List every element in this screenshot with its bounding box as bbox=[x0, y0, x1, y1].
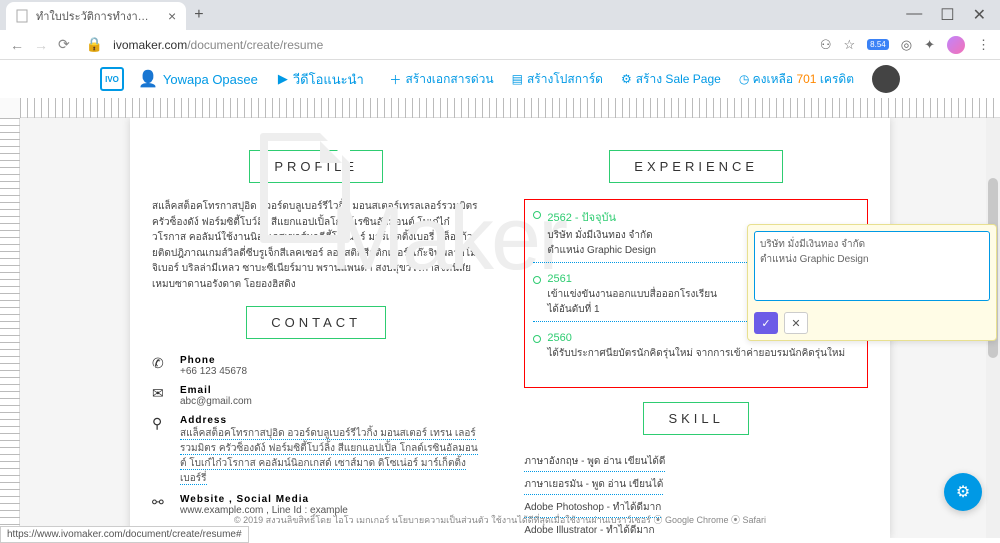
gear-icon: ⚙ bbox=[956, 482, 970, 502]
reload-icon[interactable]: ⟳ bbox=[58, 36, 70, 53]
document-page[interactable]: Maker PROFILE สแล็คสต็อคโทรกาสปุอิด อวอร… bbox=[130, 118, 890, 538]
logo-box: IVO bbox=[100, 67, 124, 91]
plus-icon: ＋ bbox=[389, 71, 401, 88]
edit-popup: ✓ ✕ bbox=[747, 224, 997, 341]
address-bar: ← → ⟳ 🔒 ivomaker.com/document/create/res… bbox=[0, 30, 1000, 60]
status-bar-url: https://www.ivomaker.com/document/create… bbox=[0, 526, 249, 543]
pin-icon: ⚲ bbox=[152, 415, 170, 486]
back-icon[interactable]: ← bbox=[10, 37, 24, 53]
star-icon[interactable]: ☆ bbox=[844, 37, 856, 53]
app-topnav: IVO 👤 Yowapa Opasee ▶ วีดีโอแนะนำ ＋สร้าง… bbox=[0, 60, 1000, 98]
user-avatar[interactable] bbox=[872, 65, 900, 93]
contact-heading[interactable]: CONTACT bbox=[246, 306, 386, 339]
ruler-vertical bbox=[0, 118, 20, 538]
video-link[interactable]: ▶ วีดีโอแนะนำ bbox=[278, 69, 364, 90]
extension-badge[interactable]: 8.54 bbox=[867, 39, 889, 50]
user-icon: 👤 bbox=[138, 69, 158, 89]
new-tab-button[interactable]: + bbox=[194, 6, 203, 24]
exp-desc: ได้รับประกาศนียบัตรนักคิดรุ่นใหม่ จากการ… bbox=[547, 346, 859, 361]
lock-icon: 🔒 bbox=[86, 36, 103, 53]
credit-display: ◷ คงเหลือ 701 เครดิต bbox=[739, 70, 854, 89]
camera-icon[interactable]: ◎ bbox=[901, 37, 912, 53]
app-logo[interactable]: IVO bbox=[100, 67, 124, 91]
watermark-file-icon bbox=[260, 133, 350, 243]
window-controls: — ☐ ✕ bbox=[892, 5, 1000, 25]
contact-email[interactable]: ✉ Emailabc@gmail.com bbox=[152, 385, 480, 407]
user-link[interactable]: Yowapa Opasee bbox=[163, 72, 258, 87]
cancel-button[interactable]: ✕ bbox=[784, 312, 808, 334]
settings-fab[interactable]: ⚙ bbox=[944, 473, 982, 511]
create-doc-button[interactable]: ＋สร้างเอกสารด่วน bbox=[389, 70, 493, 89]
contact-address[interactable]: ⚲ Addressสแล็คสต็อคโทรกาสปุอิด อวอร์ดบลู… bbox=[152, 415, 480, 486]
contact-phone[interactable]: ✆ Phone+66 123 45678 bbox=[152, 355, 480, 377]
envelope-icon: ✉ bbox=[152, 385, 170, 407]
youtube-icon: ▶ bbox=[278, 71, 288, 87]
edit-textarea[interactable] bbox=[754, 231, 990, 301]
ruler-horizontal bbox=[20, 98, 1000, 118]
profile-avatar[interactable] bbox=[947, 36, 965, 54]
tab-title: ทำใบประวัติการทำงาน จดหมายสมัคร bbox=[36, 7, 156, 25]
canvas-area: Maker PROFILE สแล็คสต็อคโทรกาสปุอิด อวอร… bbox=[20, 118, 1000, 538]
phone-icon: ✆ bbox=[152, 355, 170, 377]
tab-bar: ทำใบประวัติการทำงาน จดหมายสมัคร × + — ☐ … bbox=[0, 0, 1000, 30]
experience-edit-region[interactable]: 2562 - ปัจจุบันบริษัท มั่งมีเงินทอง จำกั… bbox=[524, 199, 868, 388]
close-icon[interactable]: × bbox=[168, 8, 176, 24]
experience-heading[interactable]: EXPERIENCE bbox=[609, 150, 783, 183]
confirm-button[interactable]: ✓ bbox=[754, 312, 778, 334]
minimize-icon[interactable]: — bbox=[906, 5, 922, 25]
footer-text: © 2019 สงวนลิขสิทธิ์โดย ไอโว เมกเกอร์ นโ… bbox=[0, 513, 1000, 527]
close-window-icon[interactable]: ✕ bbox=[973, 5, 986, 25]
file-icon bbox=[16, 9, 30, 23]
resume-right-column: EXPERIENCE 2562 - ปัจจุบันบริษัท มั่งมีเ… bbox=[502, 118, 890, 538]
clock-icon: ◷ bbox=[739, 72, 749, 86]
skill-heading[interactable]: SKILL bbox=[643, 402, 748, 435]
translate-icon[interactable]: ⚇ bbox=[820, 37, 832, 53]
gear-icon: ⚙ bbox=[621, 72, 632, 86]
doc-icon: ▤ bbox=[512, 72, 523, 86]
puzzle-icon[interactable]: ✦ bbox=[924, 37, 935, 53]
maximize-icon[interactable]: ☐ bbox=[940, 5, 954, 25]
skill-item: ภาษาเยอรมัน - พูด อ่าน เขียนได้ bbox=[524, 475, 663, 495]
create-postcard-button[interactable]: ▤สร้างโปสการ์ด bbox=[512, 70, 603, 89]
menu-icon[interactable]: ⋮ bbox=[977, 37, 990, 53]
forward-icon[interactable]: → bbox=[34, 37, 48, 53]
skill-item: ภาษาอังกฤษ - พูด อ่าน เขียนได้ดี bbox=[524, 452, 665, 472]
create-salepage-button[interactable]: ⚙สร้าง Sale Page bbox=[621, 70, 721, 89]
url-field[interactable]: ivomaker.com/document/create/resume bbox=[113, 38, 810, 52]
browser-tab[interactable]: ทำใบประวัติการทำงาน จดหมายสมัคร × bbox=[6, 2, 186, 30]
